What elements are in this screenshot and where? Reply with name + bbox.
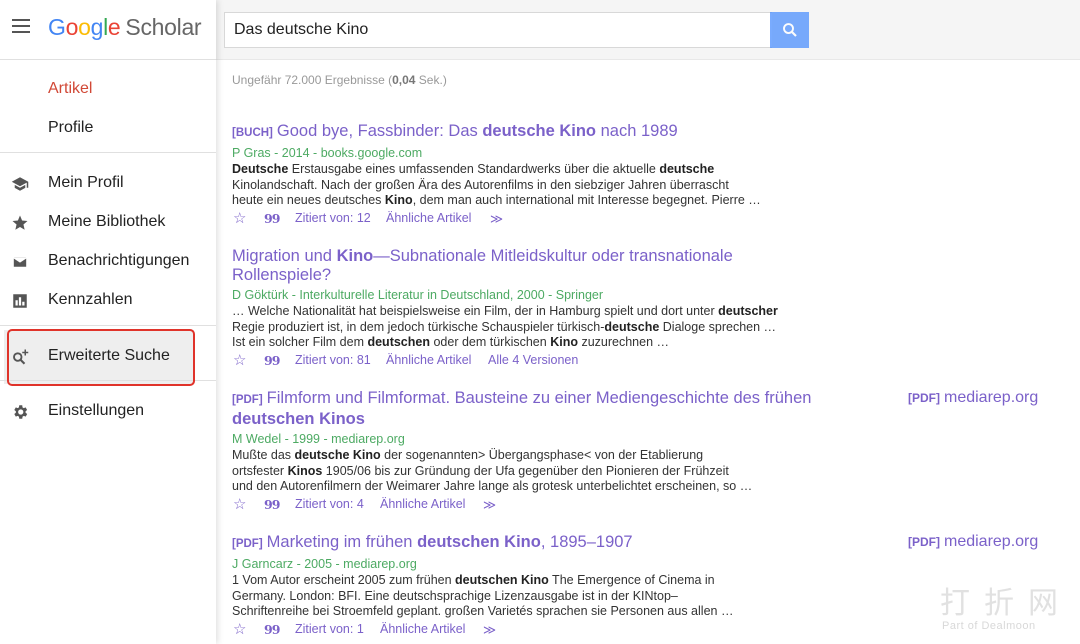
result-snippet: Mußte das deutsche Kino der sogenannten>… [232,448,753,493]
search-result: [PDF] Marketing im frühen deutschen Kino,… [232,533,832,638]
cited-by-link[interactable]: Zitiert von: 12 [295,211,371,225]
cite-quote-icon[interactable]: 99 [264,497,280,512]
result-meta: M Wedel - 1999 - mediarep.org [232,432,405,446]
related-articles-link[interactable]: Ähnliche Artikel [380,497,465,511]
sidebar-divider [0,152,216,153]
result-type-tag: [PDF] [232,538,263,550]
search-result: [BUCH] Good bye, Fassbinder: Das deutsche… [232,122,832,227]
cite-quote-icon[interactable]: 99 [264,211,280,226]
more-icon[interactable]: ≫ [483,497,496,512]
result-title-link[interactable]: [PDF] Filmform und Filmformat. Bausteine … [232,389,832,429]
pdf-side-link[interactable]: [PDF] mediarep.org [908,389,1038,407]
sidebar-item-label: Meine Bibliothek [48,213,166,230]
search-button[interactable] [770,12,809,48]
result-title-link[interactable]: [PDF] Marketing im frühen deutschen Kino,… [232,533,832,554]
result-type-tag: [PDF] [232,394,263,406]
pdf-side-link[interactable]: [PDF] mediarep.org [908,533,1038,551]
watermark: 打折网 [940,586,1072,621]
sidebar-item-label: Profile [48,119,94,136]
cite-quote-icon[interactable]: 99 [264,353,280,368]
all-versions-link[interactable]: Alle 4 Versionen [488,353,578,367]
result-type-tag: [BUCH] [232,127,273,139]
result-snippet: Deutsche Erstausgabe eines umfassenden S… [232,162,761,207]
sidebar-item-label: Einstellungen [48,402,145,419]
results-count: Ungefähr 72.000 Ergebnisse (0,04 Sek.) [232,73,447,87]
related-articles-link[interactable]: Ähnliche Artikel [386,211,471,225]
sidebar-item-label: Benachrichtigungen [48,252,190,269]
save-star-icon[interactable]: ☆ [233,351,246,369]
sidebar-item-label: Kennzahlen [48,291,133,308]
sidebar-item-meine-bibliothek[interactable]: Meine Bibliothek [0,205,216,239]
watermark-subtitle: Part of Dealmoon [942,620,1036,632]
sidebar-item-kennzahlen[interactable]: Kennzahlen [0,283,216,317]
sidebar-item-profile[interactable]: Profile [0,111,216,145]
search-result: Migration und Kino—Subnationale Mitleids… [232,247,832,369]
save-star-icon[interactable]: ☆ [233,495,246,513]
sidebar-item-label: Mein Profil [48,174,124,191]
save-star-icon[interactable]: ☆ [233,620,246,638]
result-meta: D Göktürk - Interkulturelle Literatur in… [232,288,604,302]
sidebar-divider [0,59,216,60]
sidebar-item-artikel[interactable]: Artikel [0,72,216,106]
cite-quote-icon[interactable]: 99 [264,622,280,637]
result-title-link[interactable]: Migration und Kino—Subnationale Mitleids… [232,247,832,285]
more-icon[interactable]: ≫ [483,622,496,637]
sidebar-item-label: Artikel [48,80,93,97]
cited-by-link[interactable]: Zitiert von: 81 [295,353,371,367]
google-scholar-logo[interactable]: Google Scholar [48,14,202,41]
search-input[interactable] [225,13,772,47]
result-snippet: 1 Vom Autor erscheint 2005 zum frühen de… [232,573,734,618]
gear-icon [14,405,28,419]
search-icon [783,23,797,37]
search-result: [PDF] Filmform und Filmformat. Bausteine … [232,389,832,513]
envelope-icon [12,256,28,268]
graduation-cap-icon [11,177,29,191]
result-title-link[interactable]: [BUCH] Good bye, Fassbinder: Das deutsche… [232,122,832,143]
annotation-highlight-box [7,329,195,386]
result-actions: ☆ 99 Zitiert von: 1 Ähnliche Artikel ≫ [232,620,832,638]
result-snippet: … Welche Nationalität hat beispielsweise… [232,304,778,349]
result-actions: ☆ 99 Zitiert von: 12 Ähnliche Artikel ≫ [232,209,832,227]
result-meta: J Garncarz - 2005 - mediarep.org [232,557,417,571]
sidebar: Google Scholar Artikel Profile Mein Profi… [0,0,216,644]
related-articles-link[interactable]: Ähnliche Artikel [380,622,465,636]
sidebar-item-benachrichtigungen[interactable]: Benachrichtigungen [0,244,216,278]
result-meta: P Gras - 2014 - books.google.com [232,146,423,160]
search-box[interactable] [224,12,772,48]
cited-by-link[interactable]: Zitiert von: 4 [295,497,364,511]
related-articles-link[interactable]: Ähnliche Artikel [386,353,471,367]
sidebar-item-einstellungen[interactable]: Einstellungen [0,394,216,428]
sidebar-divider [0,325,216,326]
more-icon[interactable]: ≫ [490,211,503,226]
star-icon [12,215,28,230]
result-actions: ☆ 99 Zitiert von: 81 Ähnliche Artikel Al… [232,351,832,369]
menu-icon[interactable] [12,19,30,33]
result-actions: ☆ 99 Zitiert von: 4 Ähnliche Artikel ≫ [232,495,832,513]
sidebar-item-mein-profil[interactable]: Mein Profil [0,166,216,200]
save-star-icon[interactable]: ☆ [233,209,246,227]
cited-by-link[interactable]: Zitiert von: 1 [295,622,364,636]
metrics-icon [13,294,27,308]
